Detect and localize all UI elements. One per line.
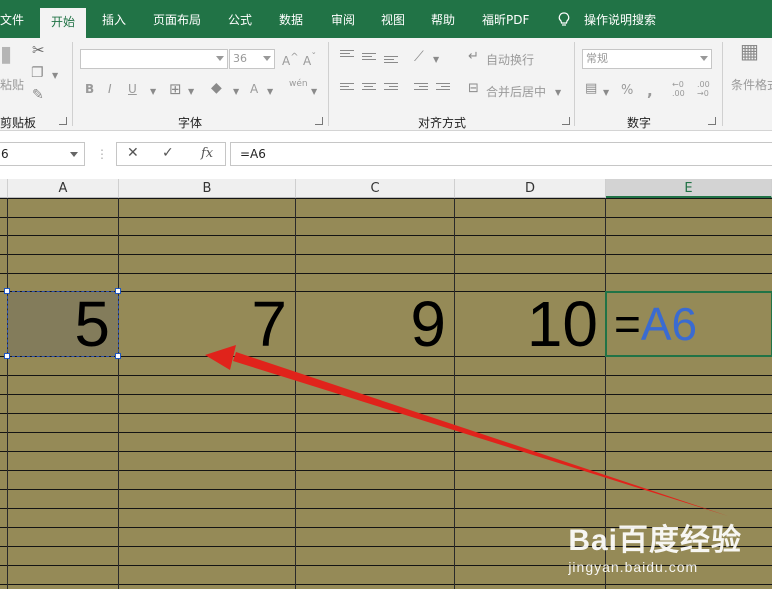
- tab-insert[interactable]: 插入: [102, 0, 126, 38]
- align-top-icon[interactable]: [340, 50, 354, 61]
- tab-help[interactable]: 帮助: [431, 0, 455, 38]
- font-launcher-icon[interactable]: [315, 117, 323, 125]
- column-header-e[interactable]: E: [606, 179, 772, 198]
- merge-dropdown-icon[interactable]: ▼: [555, 86, 561, 100]
- orientation-icon[interactable]: ⟋: [414, 50, 424, 64]
- format-painter-icon[interactable]: ✎: [32, 88, 44, 102]
- watermark-logo: Bai百度经验: [568, 524, 742, 557]
- increase-indent-icon[interactable]: [436, 83, 450, 94]
- accounting-format-icon[interactable]: ▤: [585, 82, 597, 96]
- percent-style-icon[interactable]: %: [621, 83, 633, 98]
- merge-center-button[interactable]: 合并后居中: [486, 83, 546, 100]
- formula-buttons: ✕ ✓ fx: [116, 142, 226, 166]
- tell-me-search[interactable]: 操作说明搜索: [584, 0, 656, 38]
- align-left-icon[interactable]: [340, 83, 354, 94]
- align-bottom-icon[interactable]: [384, 56, 398, 67]
- cell-grid[interactable]: 5 7 9 10 =A6 Bai百度经验 jingyan.baidu.com: [0, 198, 772, 589]
- paste-button[interactable]: 粘贴: [0, 76, 24, 93]
- ribbon-tab-bar: 文件 开始 插入 页面布局 公式 数据 审阅 视图 帮助 福昕PDF 操作说明搜…: [0, 0, 772, 38]
- tab-foxit-pdf[interactable]: 福昕PDF: [482, 0, 529, 38]
- enter-icon[interactable]: ✓: [162, 145, 174, 161]
- formula-bar-grip-icon: ⋮: [96, 147, 108, 161]
- clipboard-launcher-icon[interactable]: [59, 117, 67, 125]
- font-color-dropdown-icon[interactable]: ▼: [267, 85, 273, 99]
- ribbon-home-panel: ▮ 粘贴 ✂ ❐ ▼ ✎ 剪贴板 36 A^ Aˇ B I U ▼ ⊞ ▼ ◆ …: [0, 38, 772, 131]
- increase-font-icon[interactable]: A^: [282, 52, 299, 68]
- phonetic-dropdown-icon[interactable]: ▼: [311, 85, 317, 99]
- number-group-label: 数字: [627, 116, 652, 130]
- decrease-decimal-icon[interactable]: .00 →0: [697, 80, 710, 98]
- orientation-dropdown-icon[interactable]: ▼: [433, 53, 439, 67]
- group-divider: [72, 42, 73, 126]
- insert-function-icon[interactable]: fx: [201, 146, 213, 161]
- group-divider: [328, 42, 329, 126]
- font-color-icon[interactable]: A: [250, 82, 258, 96]
- formula-input[interactable]: =A6: [230, 142, 772, 166]
- comma-style-icon[interactable]: ,: [647, 82, 653, 100]
- group-divider: [722, 42, 723, 126]
- font-group-label: 字体: [178, 116, 203, 130]
- lightbulb-icon: [558, 12, 570, 26]
- cut-icon[interactable]: ✂: [32, 43, 45, 58]
- clipboard-group-label: 剪贴板: [0, 116, 37, 130]
- baidu-jingyan-watermark: Bai百度经验 jingyan.baidu.com: [568, 524, 742, 576]
- wrap-text-button[interactable]: 自动换行: [486, 51, 534, 68]
- borders-icon[interactable]: ⊞: [169, 82, 182, 97]
- tab-data[interactable]: 数据: [279, 0, 303, 38]
- name-box-dropdown-icon[interactable]: [70, 152, 78, 157]
- column-header-b[interactable]: B: [119, 179, 296, 198]
- select-all-corner[interactable]: [0, 179, 8, 198]
- align-middle-icon[interactable]: [362, 53, 376, 64]
- excel-window: 文件 开始 插入 页面布局 公式 数据 审阅 视图 帮助 福昕PDF 操作说明搜…: [0, 0, 772, 589]
- fill-color-dropdown-icon[interactable]: ▼: [233, 85, 239, 99]
- watermark-url: jingyan.baidu.com: [568, 559, 699, 575]
- conditional-format-icon[interactable]: ▦: [740, 41, 759, 61]
- paste-icon: ▮: [0, 42, 13, 67]
- bold-button[interactable]: B: [85, 82, 94, 96]
- tab-formulas[interactable]: 公式: [228, 0, 252, 38]
- underline-dropdown-icon[interactable]: ▼: [150, 85, 156, 99]
- borders-dropdown-icon[interactable]: ▼: [188, 85, 194, 99]
- copy-icon[interactable]: ❐: [31, 66, 44, 80]
- column-header-a[interactable]: A: [8, 179, 119, 198]
- decrease-indent-icon[interactable]: [414, 83, 428, 94]
- alignment-group-label: 对齐方式: [418, 116, 467, 130]
- group-divider: [574, 42, 575, 126]
- tab-home[interactable]: 开始: [40, 8, 87, 38]
- italic-button[interactable]: I: [108, 82, 112, 96]
- alignment-launcher-icon[interactable]: [562, 117, 570, 125]
- tab-page-layout[interactable]: 页面布局: [153, 0, 201, 38]
- cancel-icon[interactable]: ✕: [127, 145, 139, 161]
- tab-file[interactable]: 文件: [0, 0, 24, 38]
- copy-dropdown-icon[interactable]: ▼: [52, 69, 58, 83]
- wrap-text-icon[interactable]: ↵: [468, 50, 479, 64]
- tab-review[interactable]: 审阅: [331, 0, 355, 38]
- name-box[interactable]: 6: [0, 142, 85, 166]
- fill-color-icon[interactable]: ◆: [211, 81, 222, 95]
- formula-bar: 6 ⋮ ✕ ✓ fx =A6: [0, 131, 772, 179]
- font-name-select[interactable]: [80, 49, 228, 69]
- merge-center-icon[interactable]: ⊟: [468, 82, 479, 96]
- align-center-icon[interactable]: [362, 83, 376, 94]
- number-launcher-icon[interactable]: [708, 117, 716, 125]
- conditional-format-button[interactable]: 条件格式: [731, 76, 772, 93]
- decrease-font-icon[interactable]: Aˇ: [303, 52, 316, 68]
- increase-decimal-icon[interactable]: ←0.00: [672, 80, 685, 98]
- phonetic-guide-icon[interactable]: wén: [289, 79, 308, 89]
- column-header-d[interactable]: D: [455, 179, 606, 198]
- number-format-select[interactable]: 常规: [582, 49, 712, 69]
- font-size-select[interactable]: 36: [229, 49, 275, 69]
- underline-button[interactable]: U: [128, 82, 137, 96]
- tab-view[interactable]: 视图: [381, 0, 405, 38]
- accounting-dropdown-icon[interactable]: ▼: [603, 86, 609, 100]
- column-header-c[interactable]: C: [296, 179, 455, 198]
- align-right-icon[interactable]: [384, 83, 398, 94]
